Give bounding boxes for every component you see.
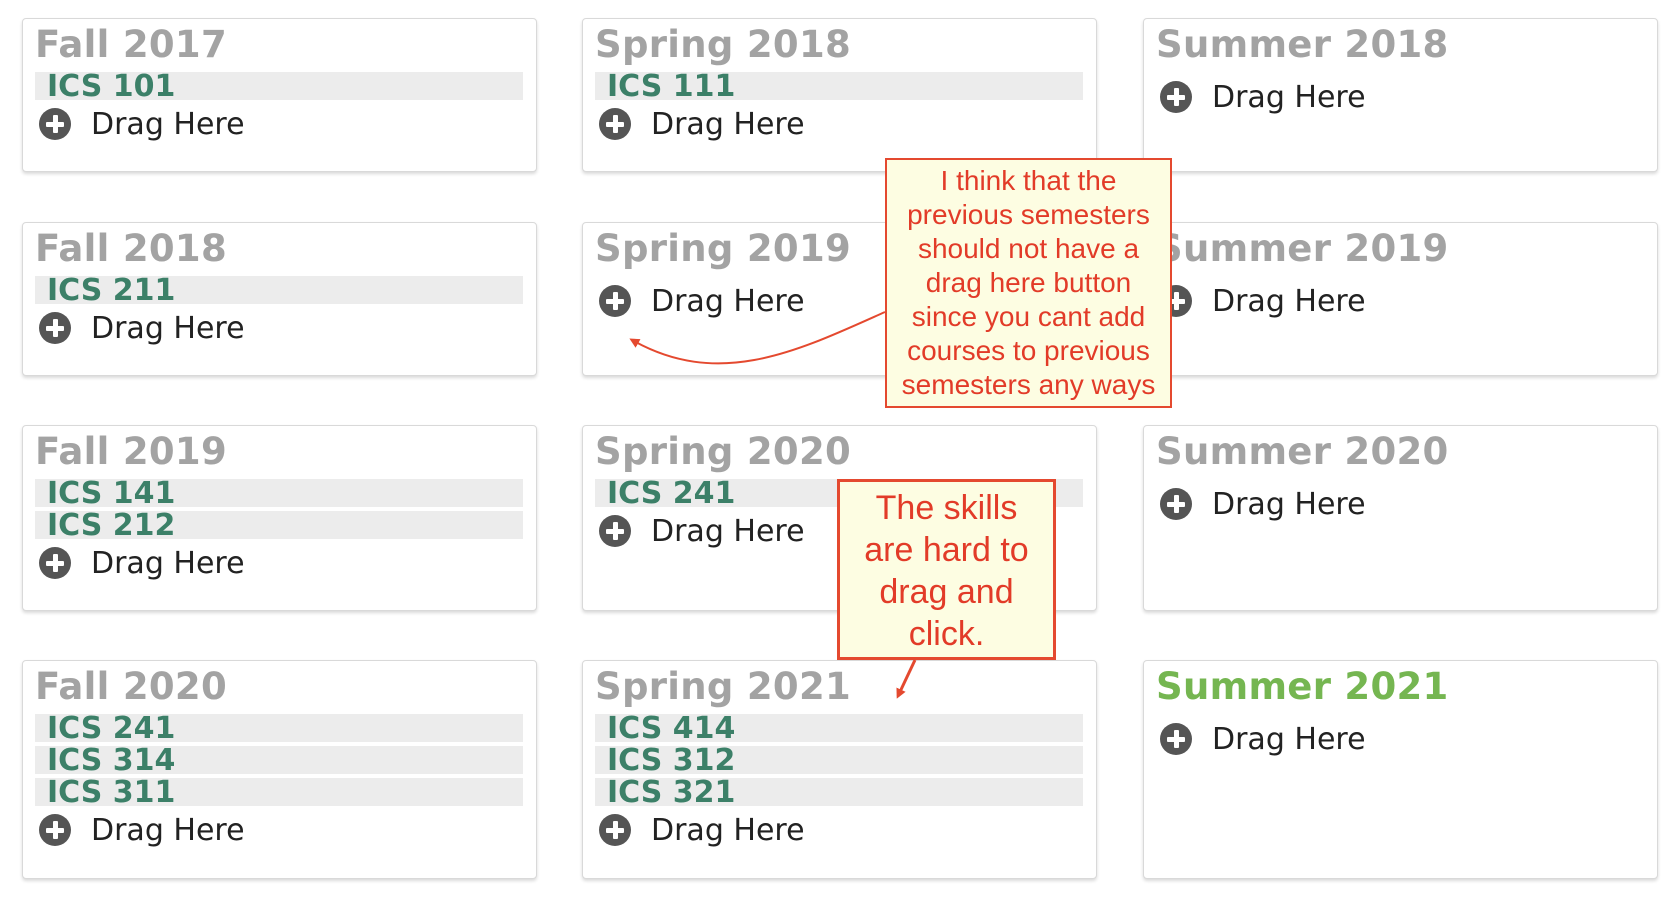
annotation-line: drag and (879, 573, 1014, 611)
annotation-line: since you cant add (911, 301, 1146, 332)
annotation-arrow-1 (629, 311, 886, 365)
annotation-note-skills: The skills are hard to drag and click. (837, 479, 1056, 660)
annotation-line: I think that the (940, 165, 1117, 196)
annotation-line: The skills (875, 489, 1018, 527)
annotation-arrows (629, 311, 917, 699)
annotation-line: semesters any ways (901, 369, 1156, 400)
annotation-line: are hard to (864, 531, 1029, 569)
annotation-line: courses to previous (907, 335, 1150, 366)
annotation-line: previous semesters (907, 199, 1150, 230)
annotation-line: should not have a (917, 233, 1140, 264)
annotation-line: drag here button (925, 267, 1132, 298)
annotation-line: click. (908, 615, 985, 653)
annotation-arrow-2 (896, 659, 917, 699)
annotation-note-drag-button: I think that the previous semesters shou… (885, 158, 1172, 408)
